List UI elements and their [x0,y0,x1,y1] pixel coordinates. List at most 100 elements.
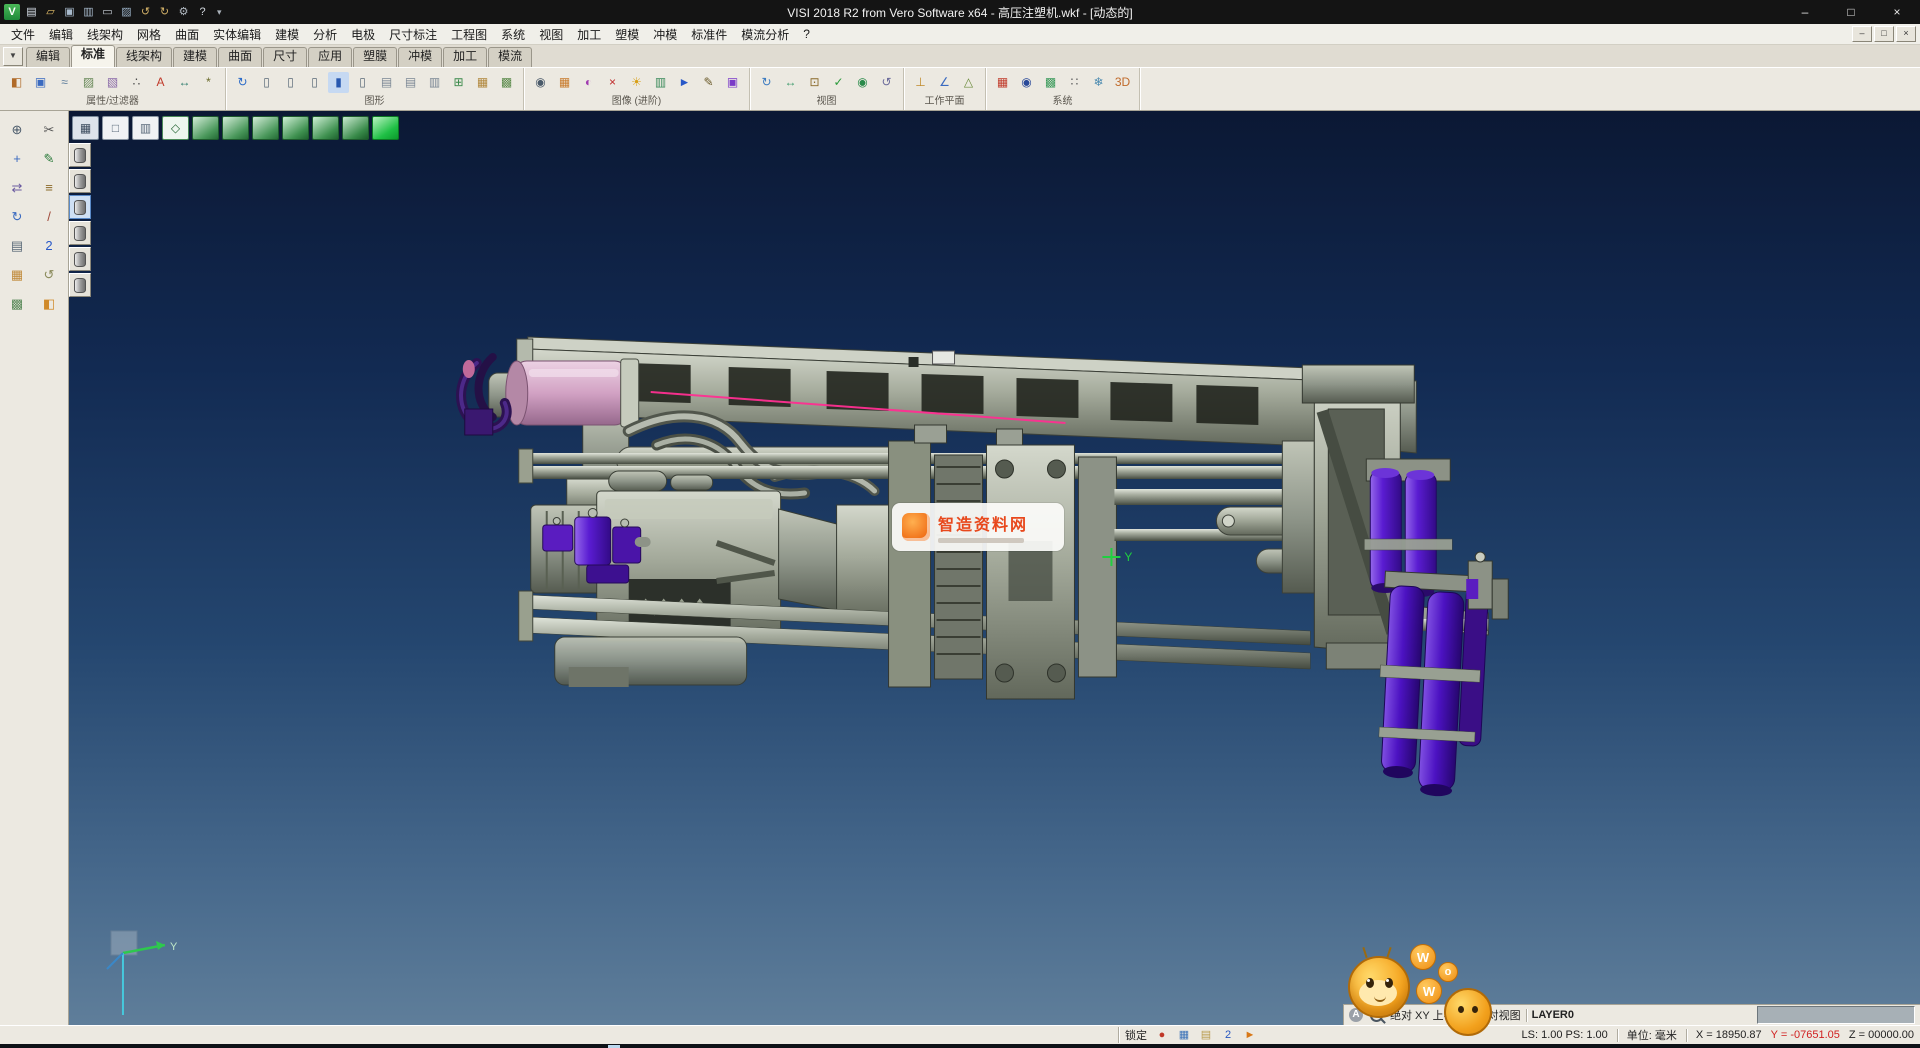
sb-snap-icon[interactable]: ● [1153,1028,1171,1043]
qa-new-icon[interactable]: ▤ [23,4,40,20]
texture-icon[interactable]: ▦ [554,72,575,93]
dock-offset-icon[interactable]: ≡ [38,177,60,199]
dock-move-icon[interactable]: + [6,148,28,170]
filter-dims-icon[interactable]: ↔ [174,72,195,93]
view-active-icon[interactable]: ▮ [328,72,349,93]
view-side-icon[interactable] [252,116,279,140]
ribbon-tab[interactable]: 线架构 [116,47,172,67]
status-command-input[interactable] [1757,1006,1915,1024]
viewport-3d[interactable]: ▦□▥◇ [69,111,1920,1025]
dock-palette-icon[interactable]: ◧ [38,293,60,315]
ribbon-tab[interactable]: 塑膜 [353,47,397,67]
menu-item[interactable]: 文件 [4,24,42,45]
lock-toggle[interactable]: 锁定 [1118,1027,1153,1043]
dock-mirror-icon[interactable]: ⇄ [6,177,28,199]
tab-dropdown-icon[interactable]: ▼ [3,47,23,66]
ribbon-tab[interactable]: 建模 [173,47,217,67]
cube-wire-icon[interactable]: ◇ [162,116,189,140]
attr-color-icon[interactable]: ▣ [30,72,51,93]
light-icon[interactable]: ☀ [626,72,647,93]
menu-item[interactable]: 标准件 [684,24,734,45]
solid-primitive-3[interactable] [69,195,91,219]
ribbon-tab[interactable]: 加工 [443,47,487,67]
workplane-view-icon[interactable]: △ [958,72,979,93]
filter-wire-icon[interactable]: ≈ [54,72,75,93]
ribbon-tab[interactable]: 尺寸 [263,47,307,67]
menu-item[interactable]: 建模 [268,24,306,45]
box-select-icon[interactable]: ▦ [472,72,493,93]
menu-item[interactable]: 分析 [306,24,344,45]
qa-save-all-icon[interactable]: ▥ [80,4,97,20]
menu-item[interactable]: 工程图 [444,24,494,45]
dock-layers-icon[interactable]: ▤ [6,235,28,257]
qa-undo-icon[interactable]: ↺ [137,4,154,20]
filter-all-icon[interactable]: * [198,72,219,93]
dock-zoom-icon[interactable]: ⊕ [6,119,28,141]
qa-open-icon[interactable]: ▱ [42,4,59,20]
dock-undo-icon[interactable]: ↺ [38,264,60,286]
palette-icon[interactable]: ◐ [578,72,599,93]
view-list4-icon[interactable]: ▯ [352,72,373,93]
view-iso2-icon[interactable] [312,116,339,140]
ribbon-tab[interactable]: 编辑 [26,47,70,67]
view-top-icon[interactable] [192,116,219,140]
menu-item[interactable]: ? [796,25,817,43]
view-dynamic-icon[interactable] [342,116,369,140]
view-list2-icon[interactable]: ▯ [280,72,301,93]
menu-item[interactable]: 线架构 [80,24,130,45]
ribbon-tab[interactable]: 冲模 [398,47,442,67]
qa-redo-icon[interactable]: ↻ [156,4,173,20]
menu-item[interactable]: 冲模 [646,24,684,45]
colors-icon[interactable]: ▩ [1040,72,1061,93]
snow-icon[interactable]: ❄ [1088,72,1109,93]
menu-item[interactable]: 曲面 [168,24,206,45]
sheets-icon[interactable]: ▥ [424,72,445,93]
view-check-icon[interactable]: ✓ [828,72,849,93]
dock-box-icon[interactable]: ▦ [6,264,28,286]
ribbon-tab[interactable]: 标准 [71,45,115,67]
view-3d-icon[interactable]: 3D [1112,72,1133,93]
sheets-add-icon[interactable]: ⊞ [448,72,469,93]
shaded-view-icon[interactable] [372,116,399,140]
child-minimize-button[interactable]: – [1852,26,1872,42]
layer-indicator[interactable]: LAYER0 [1532,1009,1574,1021]
annotate-icon[interactable]: ✎ [698,72,719,93]
menu-item[interactable]: 尺寸标注 [382,24,444,45]
menu-item[interactable]: 网格 [130,24,168,45]
menu-item[interactable]: 系统 [494,24,532,45]
world-icon[interactable]: ◉ [1016,72,1037,93]
solid-primitive-2[interactable] [69,169,91,193]
material-icon[interactable]: ▣ [722,72,743,93]
filter-solid-icon[interactable]: ▧ [102,72,123,93]
menu-item[interactable]: 塑模 [608,24,646,45]
clear-image-icon[interactable]: × [602,72,623,93]
menu-item[interactable]: 电极 [344,24,382,45]
menu-item[interactable]: 模流分析 [734,24,796,45]
box-grid-icon[interactable]: ▩ [496,72,517,93]
solid-primitive-4[interactable] [69,221,91,245]
solid-primitive-5[interactable] [69,247,91,271]
ribbon-tab[interactable]: 曲面 [218,47,262,67]
ribbon-tab[interactable]: 应用 [308,47,352,67]
zoom-extents-icon[interactable]: ⊡ [804,72,825,93]
solid-primitive-1[interactable] [69,143,91,167]
ribbon-tab[interactable]: 模流 [488,47,532,67]
maximize-button[interactable]: □ [1828,0,1874,24]
dock-slice-icon[interactable]: / [38,206,60,228]
sb-doc-icon[interactable]: ▤ [1197,1028,1215,1043]
menu-item[interactable]: 视图 [532,24,570,45]
histogram-icon[interactable]: ▥ [650,72,671,93]
image-search-icon[interactable]: ◉ [530,72,551,93]
dock-note-icon[interactable]: 2 [38,235,60,257]
orbit-icon[interactable]: ↻ [756,72,777,93]
screen-layout-icon[interactable]: ▦ [72,116,99,140]
solid-primitive-6[interactable] [69,273,91,297]
child-close-button[interactable]: × [1896,26,1916,42]
attr-style-icon[interactable]: ◧ [6,72,27,93]
menu-item[interactable]: 加工 [570,24,608,45]
play-icon[interactable]: ► [674,72,695,93]
eye-icon[interactable]: ◉ [852,72,873,93]
view-prev-icon[interactable]: ↺ [876,72,897,93]
workplane-3pt-icon[interactable]: ∠ [934,72,955,93]
filter-points-icon[interactable]: ∴ [126,72,147,93]
